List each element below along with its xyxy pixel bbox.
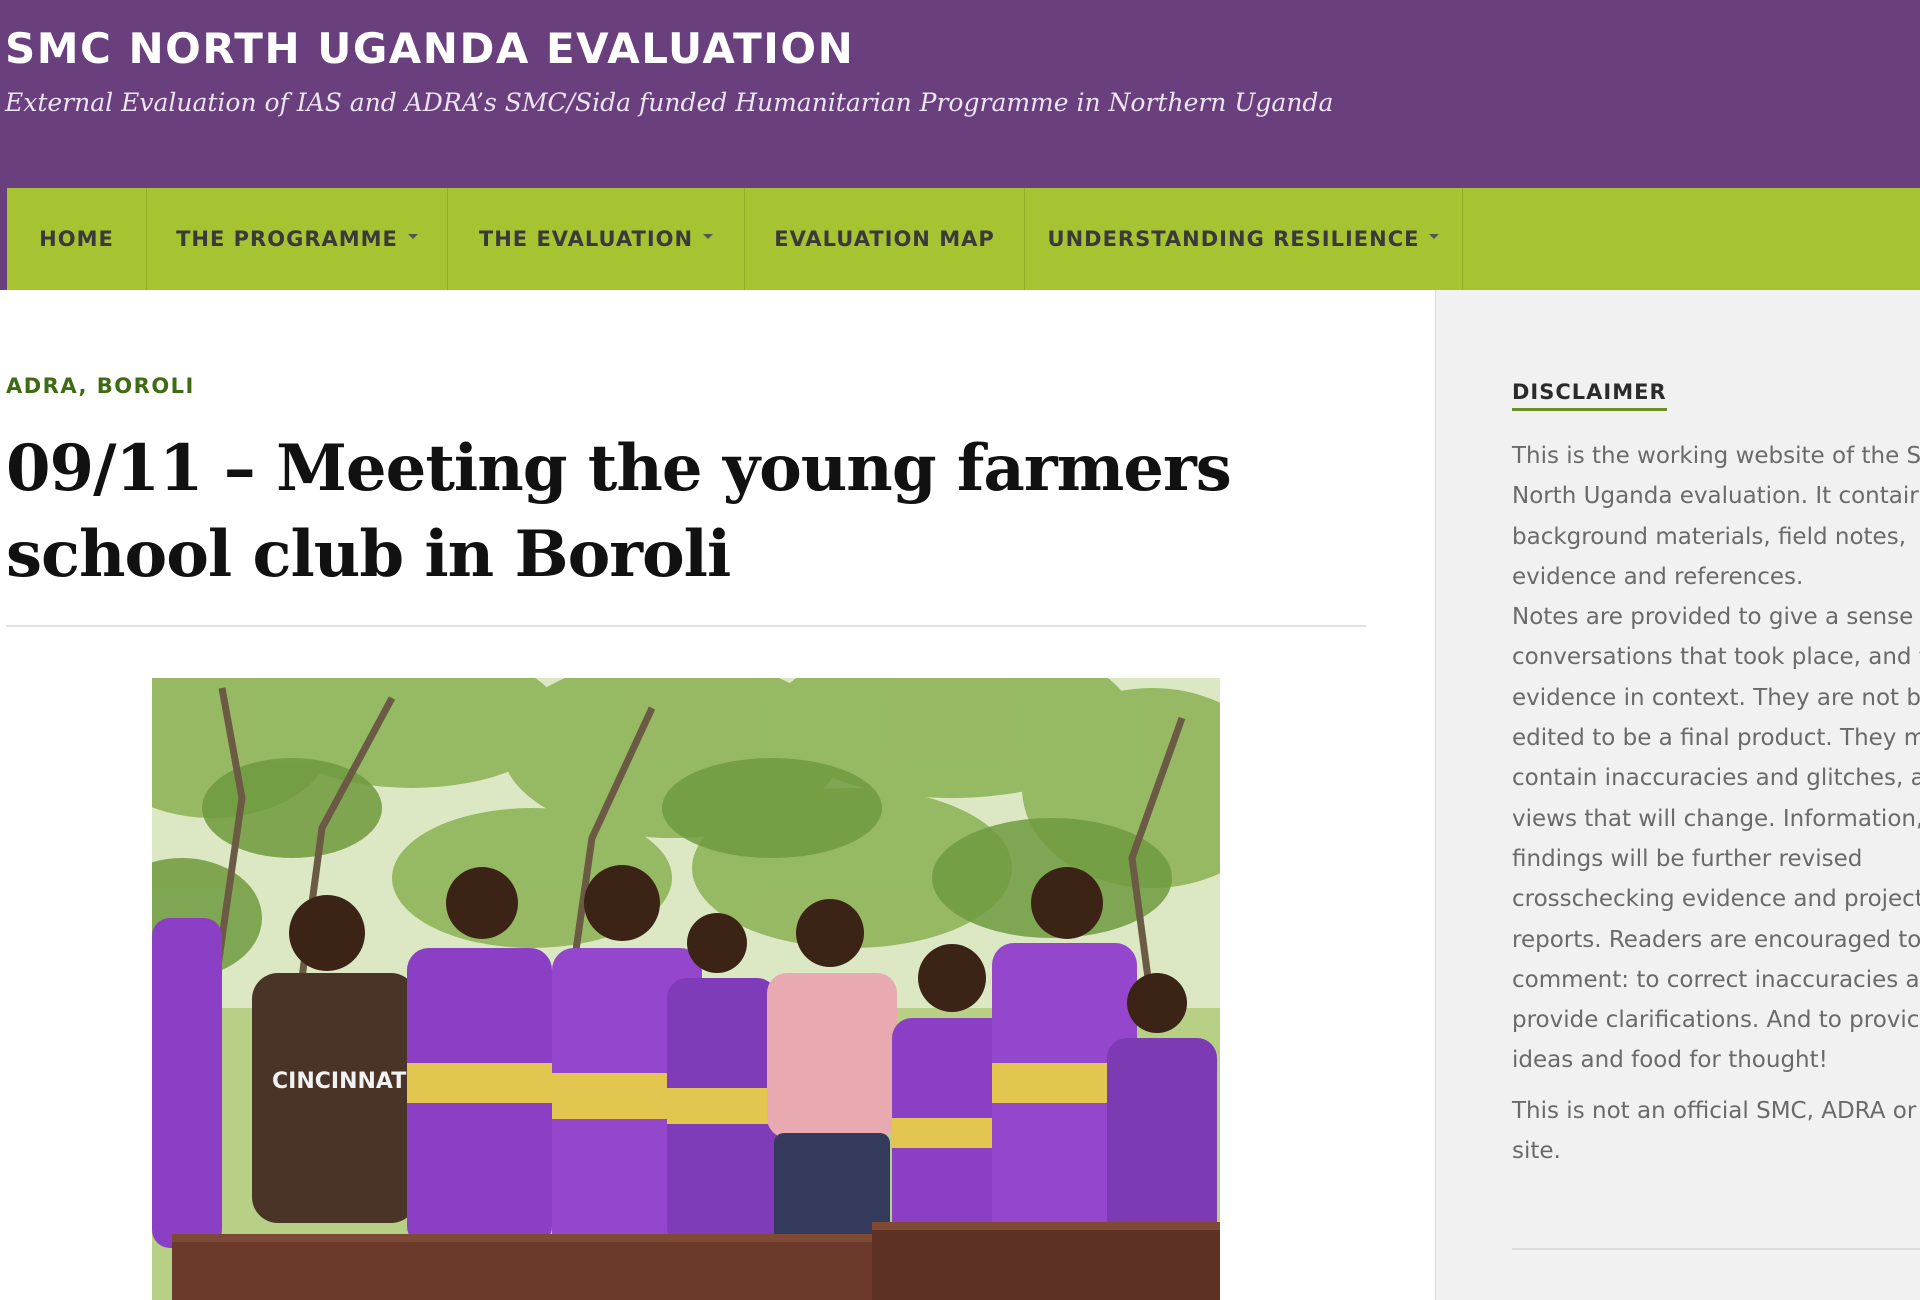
main-content: ADRA, BOROLI 09/11 – Meeting the young f… <box>0 290 1435 1300</box>
disclaimer-line: evidence in context. They are not be <box>1512 684 1920 711</box>
disclaimer-line: Notes are provided to give a sense c <box>1512 604 1920 631</box>
disclaimer-line: provide clarifications. And to provic <box>1512 1007 1920 1034</box>
primary-navigation: HOME THE PROGRAMME THE EVALUATION EVALUA… <box>0 188 1920 290</box>
disclaimer-line: site. <box>1512 1138 1561 1165</box>
disclaimer-line: findings will be further revised <box>1512 845 1863 872</box>
nav-item-label: HOME <box>39 227 114 251</box>
nav-item-home[interactable]: HOME <box>7 188 147 290</box>
chevron-down-icon <box>407 233 418 239</box>
sidebar: DISCLAIMER This is the working website o… <box>1435 290 1920 1300</box>
disclaimer-line: This is the working website of the S <box>1512 443 1920 469</box>
disclaimer-paragraph-1: This is the working website of the S Nor… <box>1512 436 1920 1081</box>
nav-item-understanding-resilience[interactable]: UNDERSTANDING RESILIENCE <box>1025 188 1463 290</box>
disclaimer-line: North Uganda evaluation. It contair <box>1512 483 1919 510</box>
site-title[interactable]: SMC NORTH UGANDA EVALUATION <box>5 24 854 73</box>
disclaimer-line: This is not an official SMC, ADRA or <box>1512 1097 1917 1124</box>
disclaimer-line: contain inaccuracies and glitches, ar <box>1512 765 1920 792</box>
category-link-boroli[interactable]: BOROLI <box>97 374 195 398</box>
disclaimer-line: conversations that took place, and t <box>1512 644 1920 671</box>
widget-title-disclaimer: DISCLAIMER <box>1512 380 1667 411</box>
nav-item-label: UNDERSTANDING RESILIENCE <box>1047 227 1420 251</box>
title-divider <box>6 625 1366 627</box>
post-categories: ADRA, BOROLI <box>6 374 195 398</box>
widget-divider <box>1512 1248 1920 1250</box>
nav-accent-bar <box>0 188 7 290</box>
disclaimer-text: This is the working website of the S Nor… <box>1512 436 1920 1172</box>
disclaimer-line: views that will change. Information, <box>1512 805 1920 832</box>
post-title-line-2: school club in Boroli <box>6 517 731 592</box>
disclaimer-line: evidence and references. <box>1512 563 1804 590</box>
nav-item-label: THE EVALUATION <box>478 227 694 251</box>
post-featured-image[interactable]: CINCINNATI <box>152 678 1220 1300</box>
category-separator: , <box>78 374 97 398</box>
site-tagline: External Evaluation of IAS and ADRA’s SM… <box>5 88 1334 117</box>
shirt-text: CINCINNATI <box>272 1069 414 1094</box>
post-title: 09/11 – Meeting the young farmers school … <box>6 426 1306 598</box>
chevron-down-icon <box>703 233 714 239</box>
disclaimer-line: crosschecking evidence and project <box>1512 886 1920 913</box>
chevron-down-icon <box>1429 233 1440 239</box>
nav-item-evaluation-map[interactable]: EVALUATION MAP <box>745 188 1025 290</box>
disclaimer-line: ideas and food for thought! <box>1512 1047 1828 1074</box>
category-link-adra[interactable]: ADRA <box>6 374 79 398</box>
site-header: SMC NORTH UGANDA EVALUATION External Eva… <box>0 0 1920 188</box>
nav-item-the-evaluation[interactable]: THE EVALUATION <box>448 188 745 290</box>
disclaimer-line: background materials, field notes, <box>1512 523 1906 550</box>
school-club-photo: CINCINNATI <box>152 678 1220 1300</box>
disclaimer-line: comment: to correct inaccuracies ar <box>1512 966 1920 993</box>
nav-item-the-programme[interactable]: THE PROGRAMME <box>147 188 448 290</box>
disclaimer-line: edited to be a final product. They mi <box>1512 725 1920 752</box>
post-title-line-1: 09/11 – Meeting the young farmers <box>6 431 1232 506</box>
disclaimer-line: reports. Readers are encouraged to <box>1512 926 1920 953</box>
nav-item-label: EVALUATION MAP <box>774 227 995 251</box>
nav-item-label: THE PROGRAMME <box>176 227 398 251</box>
disclaimer-paragraph-2: This is not an official SMC, ADRA or sit… <box>1512 1091 1916 1172</box>
